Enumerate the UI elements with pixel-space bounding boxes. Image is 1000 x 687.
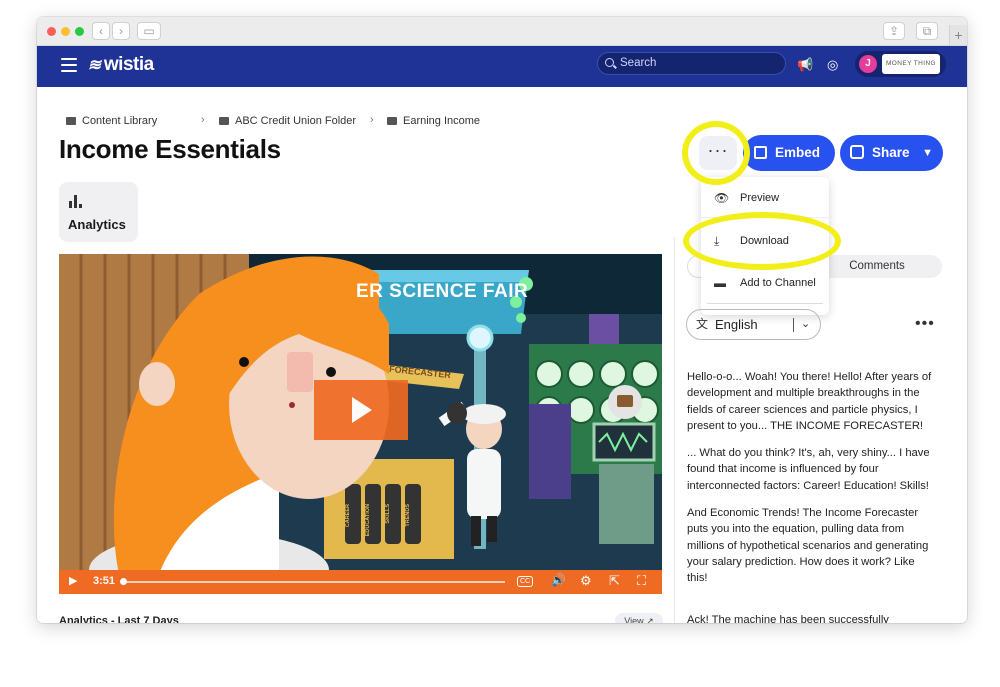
transcript-paragraph: ... What do you think? It's, ah, very sh… <box>687 447 930 492</box>
analytics-section-title: Analytics - Last 7 Days <box>59 615 179 623</box>
chevron-down-icon: ⌄ <box>801 318 811 330</box>
share-label: Share <box>872 145 910 160</box>
breadcrumb-earning-income[interactable]: Earning Income <box>387 115 480 127</box>
more-options-button[interactable]: ··· <box>699 136 737 170</box>
back-icon[interactable]: ‹ <box>92 22 110 40</box>
minimize-window-button[interactable] <box>61 27 70 36</box>
megaphone-icon[interactable]: 📢 <box>797 57 813 73</box>
transcript-options-icon[interactable]: ••• <box>915 315 935 333</box>
maximize-window-button[interactable] <box>75 27 84 36</box>
menu-item-preview[interactable]: 👁 Preview <box>701 184 829 212</box>
more-options-menu: 👁 Preview ⤓ Download ▬ Add to Channel <box>701 177 829 315</box>
menu-item-label: Preview <box>740 192 780 204</box>
play-icon[interactable]: ▶ <box>69 574 77 587</box>
page-title: Income Essentials <box>59 134 281 164</box>
chevron-down-icon: ▼ <box>922 147 933 159</box>
download-icon: ⤓ <box>714 234 720 248</box>
avatar: J <box>859 55 877 73</box>
breadcrumb-separator: › <box>201 114 205 126</box>
browser-window: ‹ › ▭ ⇪ ⧉ + ≋wistia Search 📢 ◎ J MONEY T… <box>37 17 967 623</box>
video-scrubber[interactable] <box>123 581 505 583</box>
video-can-label: SKILLS <box>385 504 391 524</box>
tabs-overview-icon[interactable]: ⧉ <box>916 22 938 40</box>
menu-divider <box>701 217 829 218</box>
menu-item-label: Add to Channel <box>740 277 816 289</box>
sidebar-toggle-icon[interactable]: ▭ <box>137 22 161 40</box>
folder-icon <box>387 117 397 125</box>
fullscreen-icon[interactable]: ⛶ <box>637 573 646 589</box>
breadcrumb-content-library[interactable]: Content Library <box>66 115 157 127</box>
menu-item-label: Download <box>740 235 789 247</box>
video-player[interactable]: ER SCIENCE FAIR FORECASTER CAREER EDUCAT… <box>59 254 662 594</box>
transcript-text: Hello-o-o... Woah! You there! Hello! Aft… <box>687 369 937 598</box>
chat-icon[interactable]: ◎ <box>827 57 838 73</box>
transcript-paragraph: Hello-o-o... Woah! You there! Hello! Aft… <box>687 371 932 432</box>
video-can-label: TRENDS <box>405 504 411 527</box>
menu-icon[interactable] <box>61 58 77 72</box>
transcript-paragraph: And Economic Trends! The Income Forecast… <box>687 507 929 585</box>
select-divider <box>793 318 794 332</box>
library-icon <box>66 117 76 125</box>
video-can-label: EDUCATION <box>365 504 371 537</box>
embed-button[interactable]: Embed <box>743 135 835 171</box>
browser-toolbar: ‹ › ▭ ⇪ ⧉ + <box>37 17 967 46</box>
share-video-icon[interactable]: ⇱ <box>609 573 620 589</box>
view-analytics-button[interactable]: View ↗ <box>615 613 663 623</box>
panel-divider <box>674 237 675 623</box>
menu-divider <box>707 303 823 304</box>
folder-icon <box>219 117 229 125</box>
search-icon <box>605 58 614 67</box>
embed-label: Embed <box>775 145 821 160</box>
breadcrumb-separator: › <box>370 114 374 126</box>
big-play-button[interactable] <box>314 380 408 440</box>
embed-icon <box>754 146 767 159</box>
search-input[interactable]: Search <box>597 52 786 75</box>
settings-icon[interactable]: ⚙ <box>580 573 592 589</box>
breadcrumb-folder[interactable]: ABC Credit Union Folder <box>219 115 356 127</box>
scrubber-handle[interactable] <box>120 578 127 585</box>
video-can-label: CAREER <box>345 504 351 528</box>
analytics-button[interactable]: Analytics <box>59 182 138 242</box>
video-banner-text: ER SCIENCE FAIR <box>356 281 529 302</box>
volume-icon[interactable]: 🔊 <box>551 573 566 587</box>
app-topbar: ≋wistia Search 📢 ◎ J MONEY THING <box>37 46 967 87</box>
share-page-icon[interactable]: ⇪ <box>883 22 905 40</box>
menu-item-download[interactable]: ⤓ Download <box>701 227 829 255</box>
account-menu[interactable]: J MONEY THING <box>855 51 946 77</box>
menu-item-add-to-channel[interactable]: ▬ Add to Channel <box>701 269 829 297</box>
analytics-label: Analytics <box>68 217 126 232</box>
bar-chart-icon <box>69 194 85 208</box>
language-value: English <box>715 317 758 332</box>
language-select[interactable]: 文 English ⌄ <box>686 309 821 340</box>
eye-icon: 👁 <box>714 191 730 205</box>
video-controls: ▶ 3:51 CC 🔊 ⚙ ⇱ ⛶ <box>59 570 662 594</box>
account-brand-logo: MONEY THING <box>882 54 940 74</box>
share-button[interactable]: Share ▼ <box>840 135 943 171</box>
captions-icon[interactable]: CC <box>517 576 534 587</box>
transcript-paragraph: Ack! The machine has been successfully <box>687 614 889 623</box>
translate-icon: 文 <box>696 317 709 331</box>
channel-icon: ▬ <box>714 276 726 290</box>
search-placeholder: Search <box>620 57 657 69</box>
video-time: 3:51 <box>93 575 116 587</box>
forward-icon[interactable]: › <box>112 22 130 40</box>
new-tab-icon[interactable]: + <box>949 25 967 45</box>
wistia-logo[interactable]: ≋wistia <box>87 54 154 76</box>
tab-comments[interactable]: Comments <box>827 255 927 278</box>
close-window-button[interactable] <box>47 27 56 36</box>
share-icon <box>850 145 864 159</box>
